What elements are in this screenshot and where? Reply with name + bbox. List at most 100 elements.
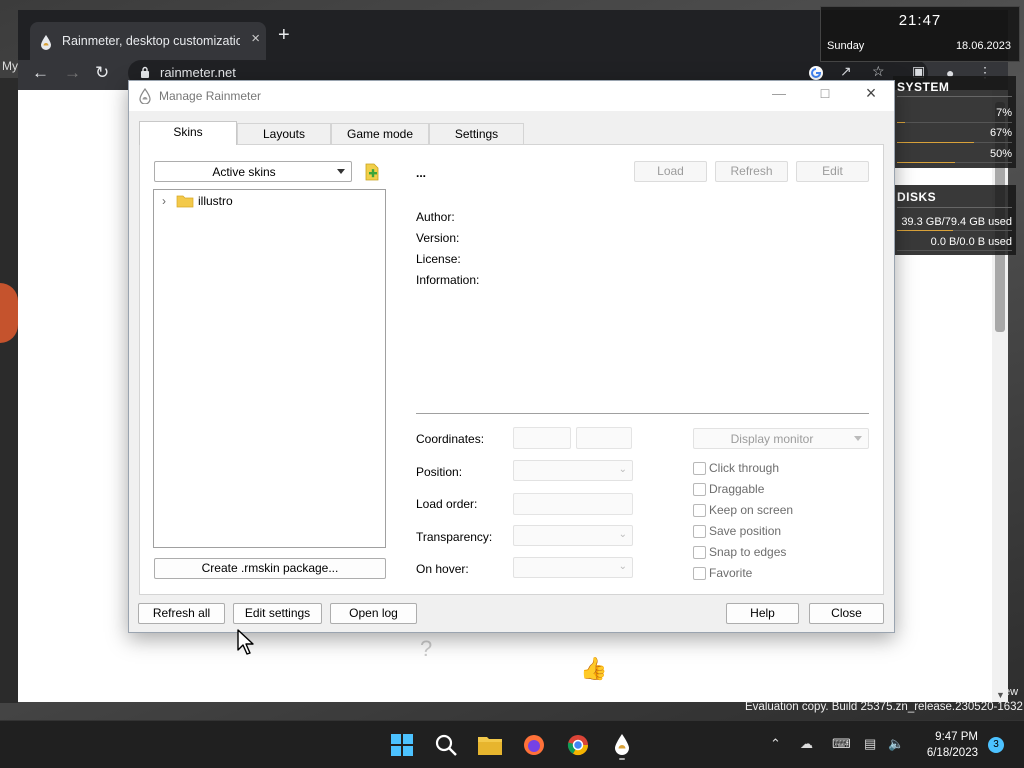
swap-bar	[897, 162, 1012, 163]
checkbox-box	[693, 483, 706, 496]
desktop-wallpaper-strip	[0, 78, 18, 703]
position-dropdown[interactable]: ⌄	[513, 460, 633, 481]
close-icon[interactable]: ×	[853, 83, 889, 105]
refresh-button[interactable]: Refresh	[715, 161, 788, 182]
open-log-button[interactable]: Open log	[330, 603, 417, 624]
lock-icon	[141, 66, 149, 78]
disks-widget-title: DISKS	[897, 190, 937, 204]
load-order-field[interactable]	[513, 493, 633, 515]
tray-chevron-up-icon[interactable]: ⌃	[770, 736, 781, 752]
expand-chevron-icon[interactable]: ›	[162, 194, 166, 208]
checkbox-box	[693, 546, 706, 559]
file-explorer-icon[interactable]	[474, 729, 506, 761]
edit-button[interactable]: Edit	[796, 161, 869, 182]
disk-c-value: 39.3 GB/79.4 GB used	[901, 216, 1012, 228]
load-button[interactable]: Load	[634, 161, 707, 182]
network-icon[interactable]: ▤	[864, 736, 876, 752]
tab-settings[interactable]: Settings	[429, 123, 524, 144]
browser-tab-rainmeter[interactable]: Rainmeter, desktop customization ×	[30, 22, 266, 60]
disk-d-bar	[897, 250, 1012, 251]
checkbox-box	[693, 525, 706, 538]
system-widget-title: SYSTEM	[897, 80, 950, 94]
on-hover-label: On hover:	[416, 562, 469, 576]
checkbox-label: Snap to edges	[709, 545, 787, 559]
on-hover-dropdown[interactable]: ⌄	[513, 557, 633, 578]
disk-d-value: 0.0 B/0.0 B used	[930, 236, 1012, 248]
clock-widget: 21:47 Sunday 18.06.2023	[820, 6, 1020, 62]
new-tab-button[interactable]: +	[278, 25, 290, 45]
refresh-all-button[interactable]: Refresh all	[138, 603, 225, 624]
google-icon[interactable]	[808, 65, 824, 81]
active-skins-label: Active skins	[212, 165, 276, 179]
manage-rainmeter-dialog: Manage Rainmeter — ☐ × Skins Layouts Gam…	[128, 80, 895, 633]
tab-skins[interactable]: Skins	[139, 121, 237, 145]
author-label: Author:	[416, 210, 455, 224]
dropdown-arrow-icon	[854, 436, 862, 441]
checkbox-label: Favorite	[709, 566, 753, 580]
dialog-title: Manage Rainmeter	[159, 89, 262, 103]
coordinate-x-field[interactable]	[513, 427, 571, 449]
license-label: License:	[416, 252, 461, 266]
taskbar-clock[interactable]: 9:47 PM 6/18/2023	[916, 729, 978, 761]
chrome-icon[interactable]	[562, 729, 594, 761]
onedrive-icon[interactable]: ☁	[800, 736, 813, 752]
information-label: Information:	[416, 273, 480, 287]
skins-tree[interactable]: › illustro	[153, 189, 386, 548]
keyboard-icon[interactable]: ⌨	[832, 736, 851, 752]
chevron-down-icon: ⌄	[618, 561, 627, 572]
checkbox-label: Draggable	[709, 482, 765, 496]
load-order-label: Load order:	[416, 497, 478, 511]
tab-close-icon[interactable]: ×	[251, 30, 260, 47]
address-url: rainmeter.net	[160, 65, 236, 80]
page-scrollbar[interactable]: ▼	[992, 90, 1008, 702]
volume-icon[interactable]: 🔈	[888, 736, 904, 752]
clock-time: 21:47	[898, 12, 942, 29]
section-divider	[416, 413, 869, 414]
clock-day: Sunday	[827, 40, 865, 52]
add-skin-icon[interactable]	[364, 163, 380, 181]
cpu-value: 7%	[996, 107, 1012, 119]
cpu-bar-fill	[897, 122, 906, 123]
taskbar-time: 9:47 PM	[935, 731, 978, 743]
checkbox-label: Save position	[709, 524, 782, 538]
help-button[interactable]: Help	[726, 603, 799, 624]
swap-value: 50%	[989, 148, 1012, 160]
close-button[interactable]: Close	[809, 603, 884, 624]
windows-start-icon[interactable]	[386, 729, 418, 761]
transparency-dropdown[interactable]: ⌄	[513, 525, 633, 546]
active-skins-dropdown[interactable]: Active skins	[154, 161, 352, 182]
selected-skin-name: ...	[416, 166, 427, 180]
edit-settings-button[interactable]: Edit settings	[233, 603, 322, 624]
maximize-icon[interactable]: ☐	[807, 87, 843, 109]
taskbar: ⌃ ☁ ⌨ ▤ 🔈 9:47 PM 6/18/2023 3	[0, 720, 1024, 768]
notification-badge[interactable]: 3	[988, 737, 1004, 753]
coordinate-y-field[interactable]	[576, 427, 632, 449]
system-widget: SYSTEM 7% 67% 50%	[893, 76, 1016, 168]
widget-divider	[897, 96, 1012, 97]
share-icon[interactable]: ↗	[840, 63, 852, 80]
wallpaper-shape	[0, 283, 18, 343]
checkbox-label: Click through	[709, 461, 780, 475]
tab-layouts[interactable]: Layouts	[237, 123, 331, 144]
desktop-icon-label: My	[2, 59, 18, 73]
display-monitor-dropdown[interactable]: Display monitor	[693, 428, 869, 449]
back-arrow-icon[interactable]: ←	[32, 63, 49, 83]
checkbox-box	[693, 504, 706, 517]
question-sketch-icon: ?	[420, 636, 433, 661]
rainmeter-taskbar-icon[interactable]	[606, 729, 638, 761]
tree-item-label: illustro	[198, 194, 233, 208]
taskbar-date: 6/18/2023	[926, 747, 978, 759]
forward-arrow-icon[interactable]: →	[64, 63, 81, 83]
dialog-titlebar[interactable]: Manage Rainmeter — ☐ ×	[129, 81, 894, 111]
reload-icon[interactable]: ↻	[95, 63, 109, 83]
bookmark-star-icon[interactable]: ☆	[872, 63, 885, 80]
create-rmskin-button[interactable]: Create .rmskin package...	[154, 558, 386, 579]
tab-game-mode[interactable]: Game mode	[331, 123, 429, 144]
search-icon[interactable]	[430, 729, 462, 761]
dialog-tabs: Skins Layouts Game mode Settings	[139, 121, 884, 145]
firefox-icon[interactable]	[518, 729, 550, 761]
minimize-icon[interactable]: —	[761, 85, 797, 107]
cpu-bar	[897, 122, 1012, 123]
transparency-label: Transparency:	[416, 530, 493, 544]
position-label: Position:	[416, 465, 463, 479]
